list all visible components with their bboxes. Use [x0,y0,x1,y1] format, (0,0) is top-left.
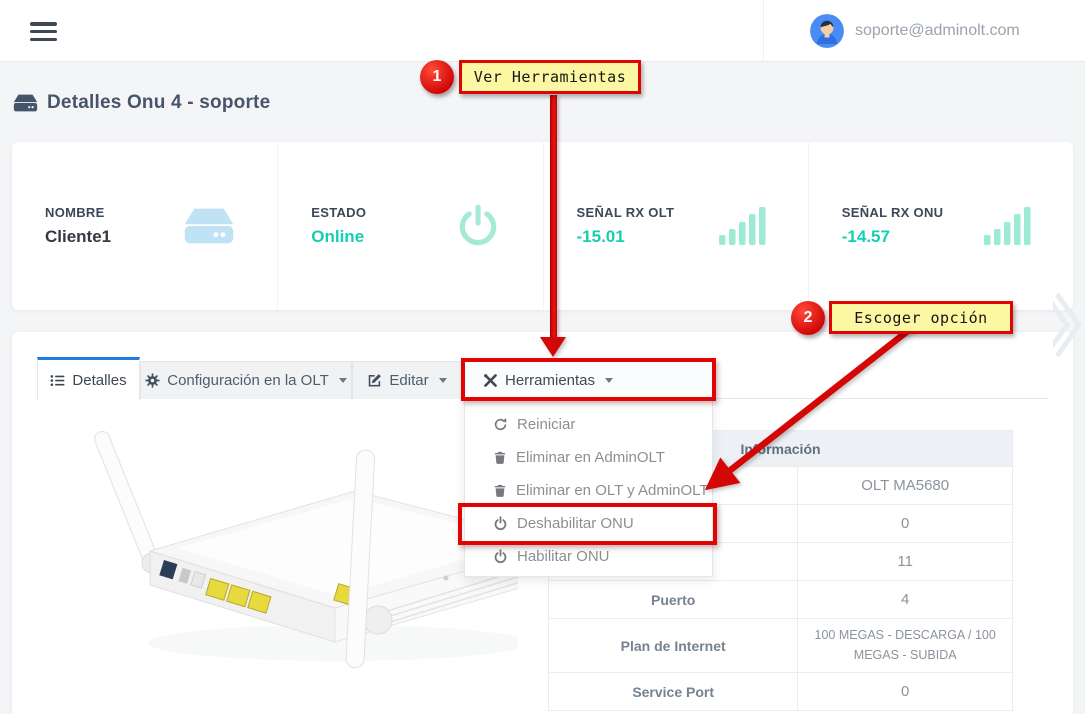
chevron-down-icon [439,378,447,383]
stat-rx-onu-label: SEÑAL RX ONU [842,205,944,220]
stat-rx-olt-value: -15.01 [577,227,675,247]
right-edge-decoration [1053,292,1085,358]
stat-estado-value: Online [311,227,366,247]
user-menu[interactable]: soporte@adminolt.com [763,0,1085,62]
tab-editar-label: Editar [389,372,428,389]
stat-estado-label: ESTADO [311,205,366,220]
stat-nombre-value: Cliente1 [45,227,111,247]
highlight-box-herramientas [461,358,716,401]
table-row: Service Port 0 [549,673,1013,711]
list-icon [50,373,65,388]
stat-estado: ESTADO Online [277,142,542,310]
user-avatar [810,14,844,48]
antenna-left [92,429,158,564]
page: soporte@adminolt.com Detalles Onu 4 - so… [0,0,1085,714]
table-row: Plan de Internet 100 MEGAS - DESCARGA / … [549,619,1013,673]
trash-icon [493,483,507,498]
stat-nombre: NOMBRE Cliente1 [12,142,277,310]
table-row: Puerto 4 [549,581,1013,619]
onu-product-image [48,408,518,688]
signal-bars-icon [719,205,766,247]
refresh-icon [493,417,508,432]
power-status-icon [455,203,501,249]
arrow-diagonal [670,315,930,510]
tab-configuracion-label: Configuración en la OLT [167,372,328,389]
highlight-box-deshabilitar [458,503,717,545]
signal-bars-icon [984,205,1031,247]
top-navbar: soporte@adminolt.com [0,0,1085,62]
gear-icon [145,373,160,388]
trash-icon [493,450,507,465]
page-title: Detalles Onu 4 - soporte [47,92,270,114]
user-email: soporte@adminolt.com [855,22,1020,40]
device-icon [183,206,235,246]
status-summary-card: NOMBRE Cliente1 ESTADO Online SEÑAL RX O… [12,142,1073,310]
step-2-badge: 2 [791,301,825,335]
edit-icon [367,373,382,388]
tab-configuracion-olt[interactable]: Configuración en la OLT [140,361,352,399]
tab-detalles-label: Detalles [72,372,126,389]
stat-rx-olt-label: SEÑAL RX OLT [577,205,675,220]
hamburger-menu-icon[interactable] [30,22,57,41]
stat-rx-onu: SEÑAL RX ONU -14.57 [808,142,1073,310]
tab-editar[interactable]: Editar [352,361,462,399]
onu-device-icon [13,93,38,113]
step-2-callout: Escoger opción [829,301,1013,334]
stat-rx-olt: SEÑAL RX OLT -15.01 [543,142,808,310]
tab-detalles[interactable]: Detalles [37,357,140,400]
step-1-badge: 1 [420,60,454,94]
arrow-down-head [540,337,566,357]
stat-rx-onu-value: -14.57 [842,227,944,247]
chevron-down-icon [339,378,347,383]
stat-nombre-label: NOMBRE [45,205,111,220]
arrow-down [550,95,557,338]
page-title-row: Detalles Onu 4 - soporte [13,92,270,114]
power-icon [493,549,508,564]
step-1-callout: Ver Herramientas [459,60,641,94]
